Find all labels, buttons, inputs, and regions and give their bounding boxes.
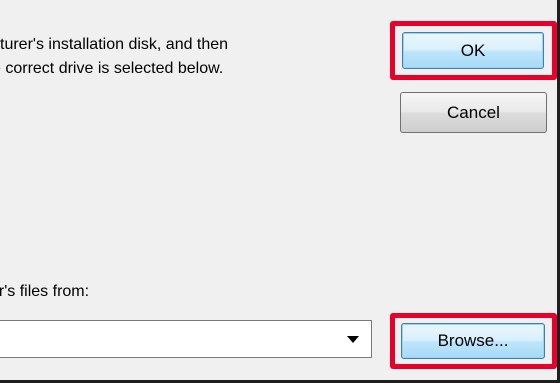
copy-from-combobox[interactable]: [0, 320, 372, 358]
copy-from-label-text: er's files from:: [0, 283, 90, 300]
instruction-line-1: cturer's installation disk, and then: [0, 36, 229, 53]
browse-label: Browse...: [437, 331, 509, 350]
ok-label: OK: [460, 40, 486, 60]
chevron-down-icon[interactable]: [347, 336, 359, 343]
ok-button[interactable]: OK: [402, 32, 544, 69]
instruction-line-2: e correct drive is selected below.: [0, 60, 224, 77]
copy-from-label: er's files from:: [0, 283, 89, 301]
cancel-button[interactable]: Cancel: [400, 92, 547, 133]
instruction-text: cturer's installation disk, and then e c…: [0, 33, 370, 81]
cancel-label: Cancel: [447, 102, 500, 122]
browse-button[interactable]: Browse...: [401, 323, 545, 359]
